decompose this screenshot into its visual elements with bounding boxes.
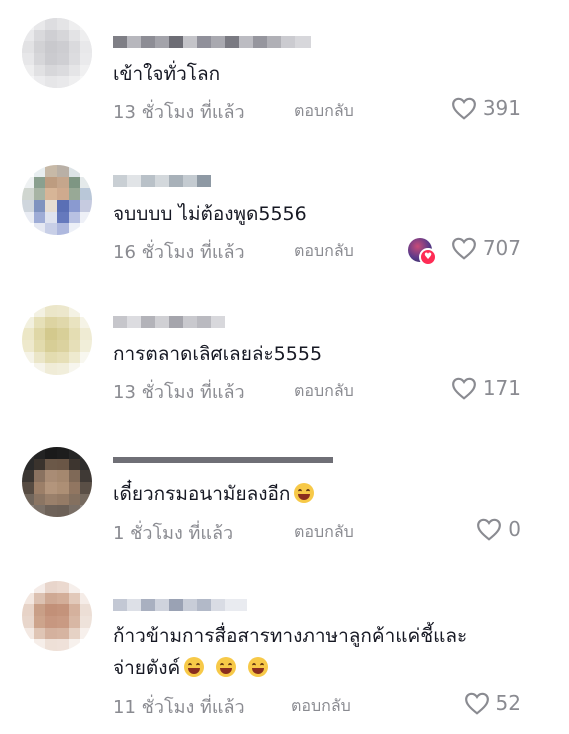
like-button[interactable]: 52 (464, 691, 521, 715)
reply-button[interactable]: ตอบกลับ (294, 379, 354, 404)
heart-outline-icon (451, 97, 476, 120)
username-pixelated[interactable] (113, 598, 247, 612)
grinning-squinting-emoji (248, 657, 269, 677)
comment-text: เข้าใจทั่วโลก (113, 63, 221, 85)
grinning-squinting-emoji (184, 657, 205, 677)
creator-liked-badge: ♥ (408, 238, 437, 266)
heart-outline-icon (464, 692, 489, 715)
like-button[interactable]: 707 (451, 236, 521, 260)
comment-timestamp: 11 ชั่วโมง ที่แล้ว (113, 697, 245, 718)
username-pixelated[interactable] (113, 174, 211, 188)
avatar[interactable] (22, 581, 92, 651)
comment-text-content: จ่ายตังค์ (113, 657, 181, 679)
comment-text-content: เดี๋ยวกรมอนามัยลงอีก (113, 483, 291, 505)
comment-text: การตลาดเลิศเลยล่ะ5555 (113, 343, 323, 365)
reply-button[interactable]: ตอบกลับ (294, 239, 354, 264)
like-button[interactable]: 171 (451, 376, 521, 400)
comment-timestamp: 13 ชั่วโมง ที่แล้ว (113, 102, 245, 123)
avatar[interactable] (22, 447, 92, 517)
username-pixelated[interactable] (113, 457, 333, 471)
username-pixelated[interactable] (113, 35, 311, 49)
comment-timestamp: 1 ชั่วโมง ที่แล้ว (113, 523, 234, 544)
comment-timestamp: 13 ชั่วโมง ที่แล้ว (113, 382, 245, 403)
reply-button[interactable]: ตอบกลับ (294, 520, 354, 545)
like-count: 52 (495, 691, 521, 715)
reply-button[interactable]: ตอบกลับ (291, 694, 351, 719)
comment-text: จบบบบ ไม่ต้องพูด5556 (113, 203, 307, 225)
avatar[interactable] (22, 165, 92, 235)
like-count: 0 (508, 517, 521, 541)
like-button[interactable]: 391 (451, 96, 521, 120)
comment-text: จ่ายตังค์ (113, 655, 269, 681)
avatar[interactable] (22, 18, 92, 88)
reply-button[interactable]: ตอบกลับ (294, 99, 354, 124)
grinning-squinting-emoji (216, 657, 237, 677)
comment-text: ก้าวข้ามการสื่อสารทางภาษาลูกค้าแค่ชี้และ (113, 625, 468, 647)
heart-outline-icon (477, 518, 502, 541)
like-count: 171 (482, 376, 521, 400)
avatar[interactable] (22, 305, 92, 375)
heart-outline-icon (451, 237, 476, 260)
comment-text: เดี๋ยวกรมอนามัยลงอีก (113, 481, 315, 507)
heart-filled-icon: ♥ (419, 248, 437, 266)
like-count: 707 (482, 236, 521, 260)
like-button[interactable]: 0 (476, 517, 521, 541)
username-pixelated[interactable] (113, 315, 225, 329)
heart-outline-icon (451, 377, 476, 400)
like-count: 391 (482, 96, 521, 120)
rolling-laughing-emoji (294, 483, 315, 503)
comment-timestamp: 16 ชั่วโมง ที่แล้ว (113, 242, 245, 263)
